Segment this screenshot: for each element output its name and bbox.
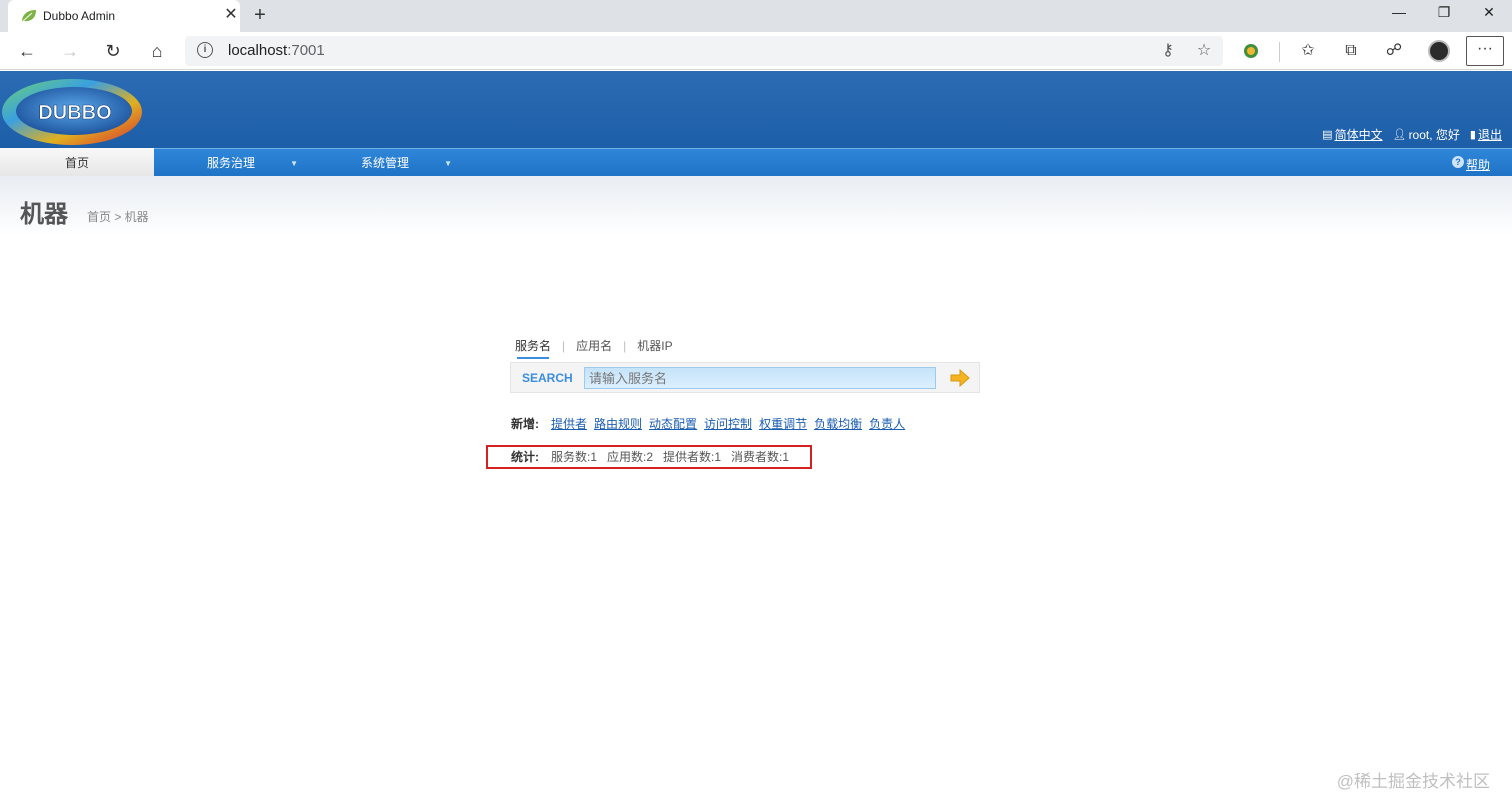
search-tabs: 服务名 | 应用名 | 机器IP [515, 337, 673, 359]
leaf-favicon-icon [21, 10, 36, 23]
app-header: DUBBO ▤ 简体中文 👤︎ root, 您好 ▮ 退出 [0, 71, 1512, 148]
stat-service-count: 服务数:1 [551, 450, 598, 464]
help-icon: ? [1452, 156, 1464, 168]
main-nav: 首页 服务治理 ▼ 系统管理 ▼ ? 帮助 [0, 148, 1512, 178]
toolbar-divider [1279, 42, 1280, 62]
stats-row: 统计: 服务数:1 应用数:2 提供者数:1 消费者数:1 [511, 448, 789, 465]
logout-link-text[interactable]: 退出 [1478, 126, 1502, 143]
watermark: @稀土掘金技术社区 [1336, 772, 1490, 791]
dropdown-caret-icon: ▼ [290, 159, 298, 168]
help-link[interactable]: 帮助 [1466, 156, 1490, 173]
language-link-text[interactable]: 简体中文 [1335, 126, 1383, 143]
search-label: SEARCH [522, 371, 573, 385]
dropdown-caret-icon: ▼ [444, 159, 452, 168]
site-info-icon[interactable]: i [197, 42, 213, 58]
url-bar[interactable]: i localhost:7001 ⚷ ☆ [185, 36, 1223, 66]
page-title: 机器 [20, 201, 68, 228]
stat-provider-count: 提供者数:1 [663, 450, 722, 464]
tab-close-icon[interactable]: ✕ [222, 6, 240, 24]
new-tab-button[interactable]: + [249, 4, 271, 26]
user-icon: 👤︎ [1392, 129, 1407, 141]
nav-item-service-governance[interactable]: 服务治理 ▼ [154, 149, 308, 178]
search-bar: SEARCH [510, 362, 980, 393]
add-route-rule-link[interactable]: 路由规则 [594, 415, 642, 432]
extension-icon[interactable] [1236, 37, 1266, 65]
search-input[interactable] [584, 367, 936, 389]
profile-avatar[interactable] [1428, 40, 1450, 62]
home-icon[interactable]: ⌂ [142, 37, 172, 65]
search-tab-application[interactable]: 应用名 [576, 337, 612, 354]
stats-label: 统计: [511, 450, 539, 464]
nav-item-system-management[interactable]: 系统管理 ▼ [308, 149, 462, 178]
nav-item-home[interactable]: 首页 [0, 148, 154, 177]
document-icon: ▤ [1322, 129, 1333, 141]
browser-tab-bar: Dubbo Admin ✕ + — ❐ ✕ [0, 0, 1512, 32]
add-label: 新增: [511, 417, 539, 431]
url-text[interactable]: localhost:7001 [228, 42, 325, 59]
favorites-icon[interactable]: ✩ [1293, 37, 1323, 65]
minimize-icon[interactable]: — [1376, 0, 1422, 30]
search-tab-machine-ip[interactable]: 机器IP [637, 337, 672, 354]
add-provider-link[interactable]: 提供者 [551, 415, 587, 432]
maximize-icon[interactable]: ❐ [1421, 0, 1467, 30]
logout-icon: ▮ [1469, 129, 1476, 141]
favorite-star-icon[interactable]: ☆ [1193, 40, 1215, 62]
feedback-icon[interactable]: ☍ [1379, 37, 1409, 65]
search-go-arrow-icon[interactable] [949, 368, 971, 388]
breadcrumb[interactable]: 首页 > 机器 [87, 208, 149, 225]
refresh-icon[interactable]: ↻ [98, 37, 128, 65]
stat-consumer-count: 消费者数:1 [731, 450, 790, 464]
tab-title: Dubbo Admin [43, 9, 116, 23]
user-greeting: 👤︎ root, 您好 [1392, 128, 1460, 142]
add-links-row: 新增: 提供者 路由规则 动态配置 访问控制 权重调节 负载均衡 负责人 [511, 415, 905, 432]
key-icon[interactable]: ⚷ [1157, 40, 1179, 62]
forward-arrow-icon[interactable]: → [55, 37, 85, 65]
dubbo-logo[interactable]: DUBBO [2, 75, 144, 145]
language-link[interactable]: ▤ 简体中文 [1322, 126, 1382, 143]
add-load-balance-link[interactable]: 负载均衡 [814, 415, 862, 432]
add-access-control-link[interactable]: 访问控制 [704, 415, 752, 432]
stat-application-count: 应用数:2 [607, 450, 654, 464]
browser-address-bar: ← → ↻ ⌂ i localhost:7001 ⚷ ☆ ✩ ⧉ ☍ ··· [0, 32, 1512, 70]
header-links: ▤ 简体中文 👤︎ root, 您好 ▮ 退出 [1322, 126, 1502, 143]
page-subheader: 机器 首页 > 机器 [0, 176, 1512, 236]
close-window-icon[interactable]: ✕ [1466, 0, 1512, 30]
add-dynamic-config-link[interactable]: 动态配置 [649, 415, 697, 432]
browser-tab[interactable]: Dubbo Admin ✕ [8, 0, 240, 32]
logout-link[interactable]: ▮ 退出 [1470, 126, 1502, 143]
svg-text:DUBBO: DUBBO [38, 102, 111, 124]
add-owner-link[interactable]: 负责人 [869, 415, 905, 432]
add-weight-adjust-link[interactable]: 权重调节 [759, 415, 807, 432]
collections-icon[interactable]: ⧉ [1336, 37, 1366, 65]
more-options-button[interactable]: ··· [1466, 36, 1504, 66]
back-arrow-icon[interactable]: ← [12, 37, 42, 65]
search-tab-service[interactable]: 服务名 [515, 337, 551, 359]
